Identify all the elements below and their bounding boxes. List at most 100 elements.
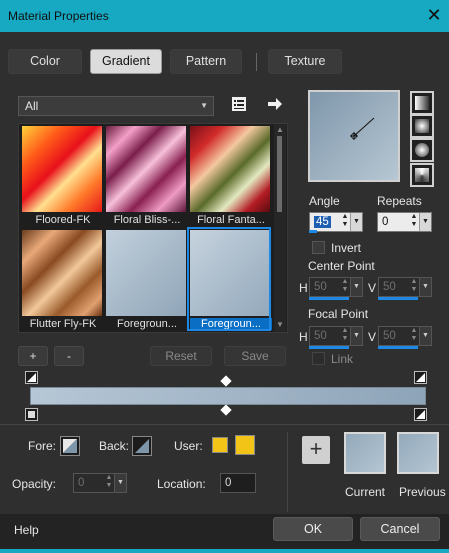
scroll-up-icon[interactable]: ▲ xyxy=(274,125,286,134)
opacity-stop-left[interactable] xyxy=(25,371,38,384)
angle-value: 45 xyxy=(314,216,331,228)
angle-slider-fill xyxy=(309,230,317,233)
gallery-item-label: Flutter Fly-FK xyxy=(29,318,97,330)
gradient-swatch xyxy=(106,126,186,212)
chevron-down-icon[interactable]: ▼ xyxy=(350,278,362,296)
help-link[interactable]: Help xyxy=(14,523,39,537)
section-divider xyxy=(0,424,449,425)
add-gradient-button[interactable]: + xyxy=(18,346,48,366)
spin-arrows-icon[interactable]: ▲ ▼ xyxy=(340,278,350,296)
linear-style-button[interactable] xyxy=(410,91,434,115)
user-label: User: xyxy=(174,439,203,453)
angle-label: Angle xyxy=(309,194,340,208)
opacity-midpoint-handle[interactable] xyxy=(220,375,232,387)
focal-v-value: 50 xyxy=(383,330,396,342)
focal-point-label: Focal Point xyxy=(308,307,369,321)
spin-arrows-icon[interactable]: ▲ ▼ xyxy=(340,213,350,231)
cancel-button[interactable]: Cancel xyxy=(360,517,440,541)
gallery-item-label: Floored-FK xyxy=(35,214,91,226)
focal-v-spinner[interactable]: 50 ▲ ▼ ▼ xyxy=(378,326,432,346)
location-input[interactable]: 0 xyxy=(220,473,256,493)
save-button[interactable]: Save xyxy=(224,346,286,366)
spin-arrows-icon[interactable]: ▲ ▼ xyxy=(409,213,419,231)
opacity-spinner[interactable]: 0 ▲ ▼ ▼ xyxy=(73,473,127,493)
close-icon[interactable]: ✕ xyxy=(424,6,444,26)
focal-h-value: 50 xyxy=(314,330,327,342)
gradient-swatch xyxy=(22,126,102,212)
previous-swatch[interactable] xyxy=(397,432,439,474)
back-swatch[interactable] xyxy=(132,436,152,456)
rectangular-style-button[interactable] xyxy=(410,114,434,138)
spin-arrows-icon[interactable]: ▲ ▼ xyxy=(104,474,114,492)
invert-checkbox[interactable] xyxy=(312,241,325,254)
gallery-item[interactable]: Floored-FK xyxy=(22,126,102,226)
color-stop-left[interactable] xyxy=(25,408,38,421)
sunburst-style-button[interactable] xyxy=(410,138,434,162)
fore-label: Fore: xyxy=(28,439,57,453)
gallery-item[interactable]: Flutter Fly-FK xyxy=(22,230,102,330)
chevron-down-icon[interactable]: ▼ xyxy=(419,327,431,345)
location-label: Location: xyxy=(157,477,206,491)
angle-handle-icon xyxy=(350,117,375,140)
spin-arrows-icon[interactable]: ▲ ▼ xyxy=(409,327,419,345)
center-point-label: Center Point xyxy=(308,259,375,273)
fore-swatch[interactable] xyxy=(60,436,80,456)
radial-style-button[interactable] xyxy=(410,163,434,187)
gallery-item-label: Floral Fanta... xyxy=(197,214,265,226)
gallery-item[interactable]: Floral Bliss-... xyxy=(106,126,186,226)
section-divider-vertical xyxy=(287,432,288,512)
invert-label: Invert xyxy=(331,241,362,255)
tab-color[interactable]: Color xyxy=(8,49,82,74)
chevron-down-icon[interactable]: ▼ xyxy=(419,278,431,296)
selection-frame xyxy=(187,227,271,331)
gallery-item[interactable]: Floral Fanta... xyxy=(190,126,270,226)
repeats-label: Repeats xyxy=(377,194,422,208)
chevron-down-icon[interactable]: ▼ xyxy=(350,327,362,345)
user-color-2[interactable] xyxy=(235,435,255,455)
gallery-item-label: Foregroun... xyxy=(117,318,177,330)
gallery-item[interactable]: Foregroun... xyxy=(106,230,186,330)
tab-pattern[interactable]: Pattern xyxy=(170,49,242,74)
center-h-spinner[interactable]: 50 ▲ ▼ ▼ xyxy=(309,277,363,297)
tab-texture[interactable]: Texture xyxy=(268,49,342,74)
radial-style-icon xyxy=(415,168,429,182)
link-label: Link xyxy=(331,352,354,366)
sunburst-style-icon xyxy=(415,143,429,157)
focal-v-label: V xyxy=(368,330,377,344)
previous-label: Previous xyxy=(399,485,446,499)
tab-divider xyxy=(256,53,257,71)
list-view-icon[interactable] xyxy=(230,95,248,113)
opacity-stop-right[interactable] xyxy=(414,371,427,384)
category-dropdown[interactable]: All ▼ xyxy=(18,96,214,116)
rectangular-style-icon xyxy=(415,119,429,133)
focal-h-spinner[interactable]: 50 ▲ ▼ ▼ xyxy=(309,326,363,346)
current-label: Current xyxy=(345,485,386,499)
chevron-down-icon[interactable]: ▼ xyxy=(114,474,126,492)
center-h-value: 50 xyxy=(314,281,327,293)
reset-button[interactable]: Reset xyxy=(150,346,212,366)
scrollbar-thumb[interactable] xyxy=(277,136,282,212)
tab-gradient[interactable]: Gradient xyxy=(90,49,162,74)
gallery-item-label: Floral Bliss-... xyxy=(113,214,181,226)
user-color-1[interactable] xyxy=(212,437,228,453)
angle-spinner[interactable]: 45 ▲ ▼ ▼ xyxy=(309,212,363,232)
color-stop-right[interactable] xyxy=(414,408,427,421)
back-label: Back: xyxy=(99,439,130,453)
center-v-spinner[interactable]: 50 ▲ ▼ ▼ xyxy=(378,277,432,297)
color-midpoint-handle[interactable] xyxy=(220,404,232,416)
repeats-spinner[interactable]: 0 ▲ ▼ ▼ xyxy=(377,212,432,232)
arrow-right-icon[interactable] xyxy=(266,95,284,113)
gradient-preview[interactable] xyxy=(308,90,400,182)
scroll-down-icon[interactable]: ▼ xyxy=(274,320,286,329)
ok-button[interactable]: OK xyxy=(273,517,353,541)
link-checkbox[interactable] xyxy=(312,352,325,365)
location-value: 0 xyxy=(225,477,232,489)
chevron-down-icon[interactable]: ▼ xyxy=(419,213,431,231)
chevron-down-icon[interactable]: ▼ xyxy=(350,213,362,231)
spin-arrows-icon[interactable]: ▲ ▼ xyxy=(340,327,350,345)
add-swatch-button[interactable]: + xyxy=(302,436,330,464)
remove-gradient-button[interactable]: - xyxy=(54,346,84,366)
spin-arrows-icon[interactable]: ▲ ▼ xyxy=(409,278,419,296)
opacity-value: 0 xyxy=(78,477,85,489)
gradient-bar[interactable] xyxy=(30,387,426,405)
